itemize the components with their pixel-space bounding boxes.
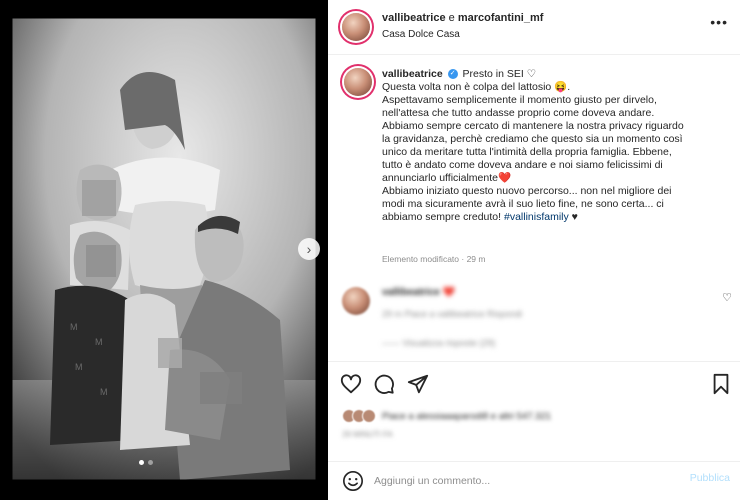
accounts-joiner: e [445,12,458,24]
more-options-icon[interactable]: ••• [710,14,728,30]
avatar[interactable] [342,287,370,315]
carousel-dot [148,460,153,465]
post-header: vallibeatrice e marcofantini_mf Casa Dol… [328,0,740,55]
comment-username[interactable]: vallibeatrice [382,287,440,298]
caption-text: vallibeatrice ✓ Presto in SEI ♡ Questa v… [382,68,727,224]
post-actions: Piace a alessiaaaparodi8 e altri 547.321… [328,361,740,461]
heart-icon[interactable] [340,373,362,395]
family-photo-image: M M M M [0,0,328,500]
emoji-icon[interactable] [342,470,364,492]
svg-text:M: M [100,387,108,397]
verified-icon: ✓ [447,69,458,80]
hashtag-link[interactable]: #vallinisfamily [504,211,569,223]
likes-summary[interactable]: Piace a alessiaaaparodi8 e altri 547.321 [342,408,551,424]
avatar[interactable] [342,13,370,41]
comment-meta: 29 m Piace a vallibeatrice Rispondi [382,309,523,319]
heart-icon[interactable]: ♡ [722,291,732,304]
comment-icon[interactable] [373,373,395,395]
svg-text:M: M [75,362,83,372]
caption-username[interactable]: vallibeatrice [382,68,443,80]
username-link[interactable]: vallibeatrice [382,12,446,24]
share-icon[interactable] [407,373,429,395]
location-link[interactable]: Casa Dolce Casa [382,29,460,40]
comment-body: ❤️ [442,287,456,298]
post-accounts: vallibeatrice e marcofantini_mf [382,12,543,24]
avatar[interactable] [344,68,372,96]
caption-body: Presto in SEI ♡ Questa volta non è colpa… [382,68,684,223]
likes-text: Piace a alessiaaaparodi8 e altri 547.321 [382,410,552,422]
comment-input[interactable] [374,471,674,491]
carousel-dot [139,460,144,465]
caption-end: ♥ [568,211,578,223]
view-replies-link[interactable]: —— Visualizza risposte (29) [382,338,495,348]
caption-area: vallibeatrice ✓ Presto in SEI ♡ Questa v… [328,56,740,361]
post-date: 29 MINUTI FA [342,430,393,439]
bookmark-icon[interactable] [710,373,732,395]
post-side-panel: vallibeatrice e marcofantini_mf Casa Dol… [328,0,740,500]
comment-bar: Pubblica [328,461,740,500]
carousel-dots [139,460,153,465]
comment-text: vallibeatrice ❤️ [382,287,455,298]
avatar [362,409,376,423]
edited-meta: Elemento modificato · 29 m [382,254,486,264]
publish-button[interactable]: Pubblica [690,472,730,484]
svg-text:M: M [70,322,78,332]
username-link[interactable]: marcofantini_mf [458,12,544,24]
next-arrow-icon[interactable]: › [298,238,320,260]
svg-text:M: M [95,337,103,347]
comment-item: vallibeatrice ❤️ 29 m Piace a vallibeatr… [342,283,732,348]
post-photo[interactable]: M M M M › [0,0,328,500]
